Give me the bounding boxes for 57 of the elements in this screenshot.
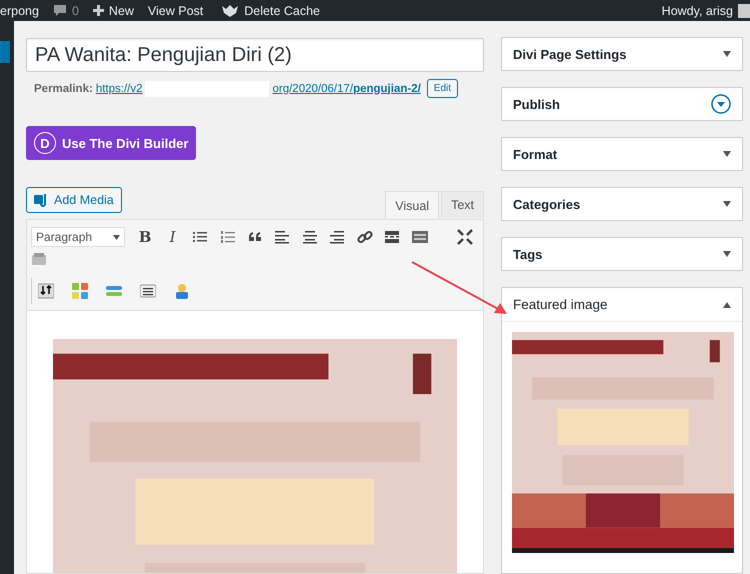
format-select[interactable]: Paragraph — [31, 227, 126, 247]
comment-icon[interactable] — [52, 4, 67, 17]
site-name[interactable]: erpong — [0, 4, 39, 18]
sort-icon[interactable] — [38, 283, 54, 299]
plus-icon[interactable] — [92, 5, 104, 16]
greeting[interactable]: Howdy, arisg — [662, 4, 733, 18]
fullscreen-icon[interactable] — [457, 229, 474, 245]
panel-title: Categories — [513, 196, 582, 212]
read-more-icon[interactable] — [384, 229, 400, 245]
menu-marker — [0, 41, 10, 63]
add-media-button[interactable]: Add Media — [26, 187, 122, 213]
panel-title: Divi Page Settings — [513, 46, 628, 62]
panel-title: Featured image — [513, 297, 609, 312]
numbered-list-icon[interactable] — [220, 229, 236, 245]
collapse-arrow-icon[interactable] — [723, 302, 731, 308]
view-post-link[interactable]: View Post — [148, 4, 204, 18]
align-center-icon[interactable] — [302, 229, 318, 245]
media-icon — [34, 193, 49, 207]
align-left-icon[interactable] — [274, 229, 290, 245]
panel-header[interactable]: Publish — [501, 87, 743, 121]
bold-button[interactable]: B — [131, 228, 159, 246]
text-block-icon[interactable] — [140, 283, 156, 299]
keyboard-icon[interactable] — [412, 229, 428, 245]
editor-tab[interactable]: Text — [441, 191, 484, 218]
editor-tab[interactable]: Visual — [385, 191, 440, 219]
toggle-bars-icon[interactable] — [106, 283, 122, 299]
link-icon[interactable] — [356, 229, 373, 245]
panel-header[interactable]: Divi Page Settings — [501, 37, 743, 71]
panel-title: Publish — [513, 96, 561, 112]
dropdown-arrow-icon[interactable] — [723, 201, 731, 207]
comment-count[interactable]: 0 — [72, 4, 79, 18]
permalink-link[interactable]: org/2020/06/17/pengujian-2/ — [272, 82, 421, 94]
person-icon[interactable] — [174, 283, 190, 299]
dropdown-arrow-icon[interactable] — [723, 151, 731, 157]
bullet-list-icon[interactable] — [192, 229, 208, 245]
panel-header[interactable]: Tags — [501, 237, 743, 271]
new-link[interactable]: New — [108, 4, 134, 18]
paste-icon[interactable] — [31, 251, 47, 267]
panel-title: Tags — [513, 246, 544, 262]
avatar-icon[interactable] — [738, 4, 750, 18]
italic-button[interactable]: I — [158, 228, 186, 246]
permalink-link[interactable]: https://v2 — [96, 82, 142, 94]
title-field[interactable]: PA Wanita: Pengujian Diri (2) — [26, 38, 484, 72]
panel-title: Format — [513, 146, 558, 162]
dropdown-arrow-icon[interactable] — [723, 51, 731, 57]
dropdown-arrow-icon — [113, 234, 120, 240]
toggle-icon[interactable] — [711, 94, 731, 114]
delete-cache-link[interactable]: Delete Cache — [244, 4, 320, 18]
dropdown-arrow-icon[interactable] — [723, 251, 731, 257]
divi-builder-button[interactable]: D Use The Divi Builder — [26, 126, 196, 160]
grid-icon[interactable] — [72, 283, 88, 299]
panel-header[interactable]: Format — [501, 137, 743, 171]
edit-button[interactable]: Edit — [426, 79, 458, 98]
align-right-icon[interactable] — [329, 229, 346, 245]
panel-header[interactable]: Categories — [501, 187, 743, 221]
permalink-label: Permalink: — [34, 82, 93, 94]
wolf-icon[interactable] — [221, 4, 240, 18]
